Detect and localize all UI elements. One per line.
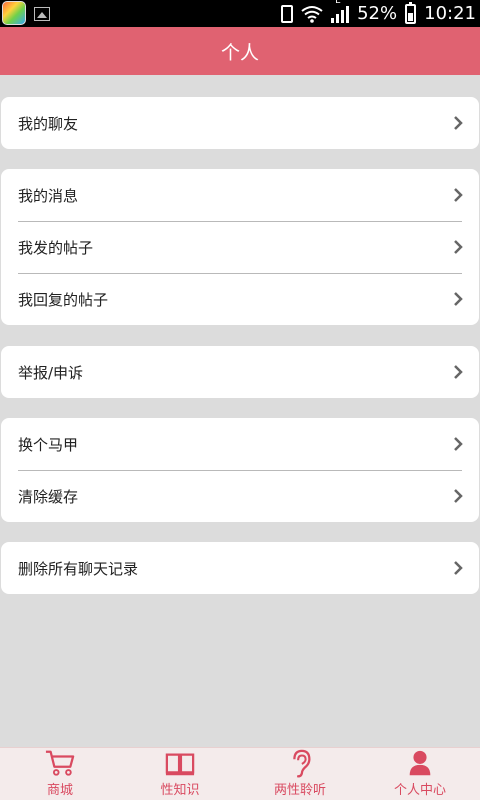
menu-item-report-appeal[interactable]: 举报/申诉 [1,346,479,398]
chevron-right-icon [454,116,463,130]
clock: 10:21 [424,3,476,24]
menu-item-label: 清除缓存 [18,487,79,506]
bottom-nav: 商城 性知识 两性聆听 个人中心 [0,747,480,800]
menu-item-delete-chat-history[interactable]: 删除所有聊天记录 [1,542,479,594]
phone-icon [281,4,294,23]
chevron-right-icon [454,365,463,379]
menu-item-change-alias[interactable]: 换个马甲 [1,418,479,470]
menu-item-my-posts[interactable]: 我发的帖子 [1,221,479,273]
ear-icon [293,749,311,778]
menu-group-history: 删除所有聊天记录 [1,542,479,594]
menu-item-label: 我的消息 [18,186,79,205]
menu-item-my-messages[interactable]: 我的消息 [1,169,479,221]
menu-item-label: 删除所有聊天记录 [18,559,139,578]
title-bar: 个人 [0,27,480,75]
app-notification-icon [2,1,26,25]
menu-item-label: 换个马甲 [18,435,79,454]
chevron-right-icon [454,489,463,503]
nav-item-shop[interactable]: 商城 [0,748,120,800]
cart-icon [45,750,75,776]
menu-group-account: 换个马甲 清除缓存 [1,418,479,522]
page-title: 个人 [220,41,259,64]
battery-percent: 52% [357,3,398,24]
nav-item-profile[interactable]: 个人中心 [360,748,480,800]
menu-item-label: 我回复的帖子 [18,290,109,309]
status-bar: E 52% 10:21 [0,0,480,27]
nav-label: 个人中心 [393,783,446,798]
chevron-right-icon [454,561,463,575]
menu-item-my-chat-friends[interactable]: 我的聊友 [1,97,479,149]
chevron-right-icon [454,437,463,451]
menu-item-label: 我发的帖子 [18,238,94,257]
menu-item-label: 举报/申诉 [18,363,84,382]
menu-item-label: 我的聊友 [18,114,79,133]
person-icon [409,750,431,776]
menu-group-report: 举报/申诉 [1,346,479,398]
wifi-icon [301,5,323,23]
nav-item-listen[interactable]: 两性聆听 [240,748,360,800]
menu-item-clear-cache[interactable]: 清除缓存 [1,470,479,522]
nav-item-knowledge[interactable]: 性知识 [120,748,240,800]
nav-label: 性知识 [160,783,200,798]
menu-item-my-replies[interactable]: 我回复的帖子 [1,273,479,325]
signal-icon: E [331,0,350,23]
nav-label: 商城 [46,783,73,798]
nav-label: 两性聆听 [273,783,326,798]
book-icon [165,753,195,776]
chevron-right-icon [454,292,463,306]
menu-group-posts: 我的消息 我发的帖子 我回复的帖子 [1,169,479,325]
chevron-right-icon [454,188,463,202]
image-notification-icon [34,7,50,21]
menu-group-chat: 我的聊友 [1,97,479,149]
network-type: E [335,0,341,6]
chevron-right-icon [454,240,463,254]
battery-icon [405,1,417,24]
